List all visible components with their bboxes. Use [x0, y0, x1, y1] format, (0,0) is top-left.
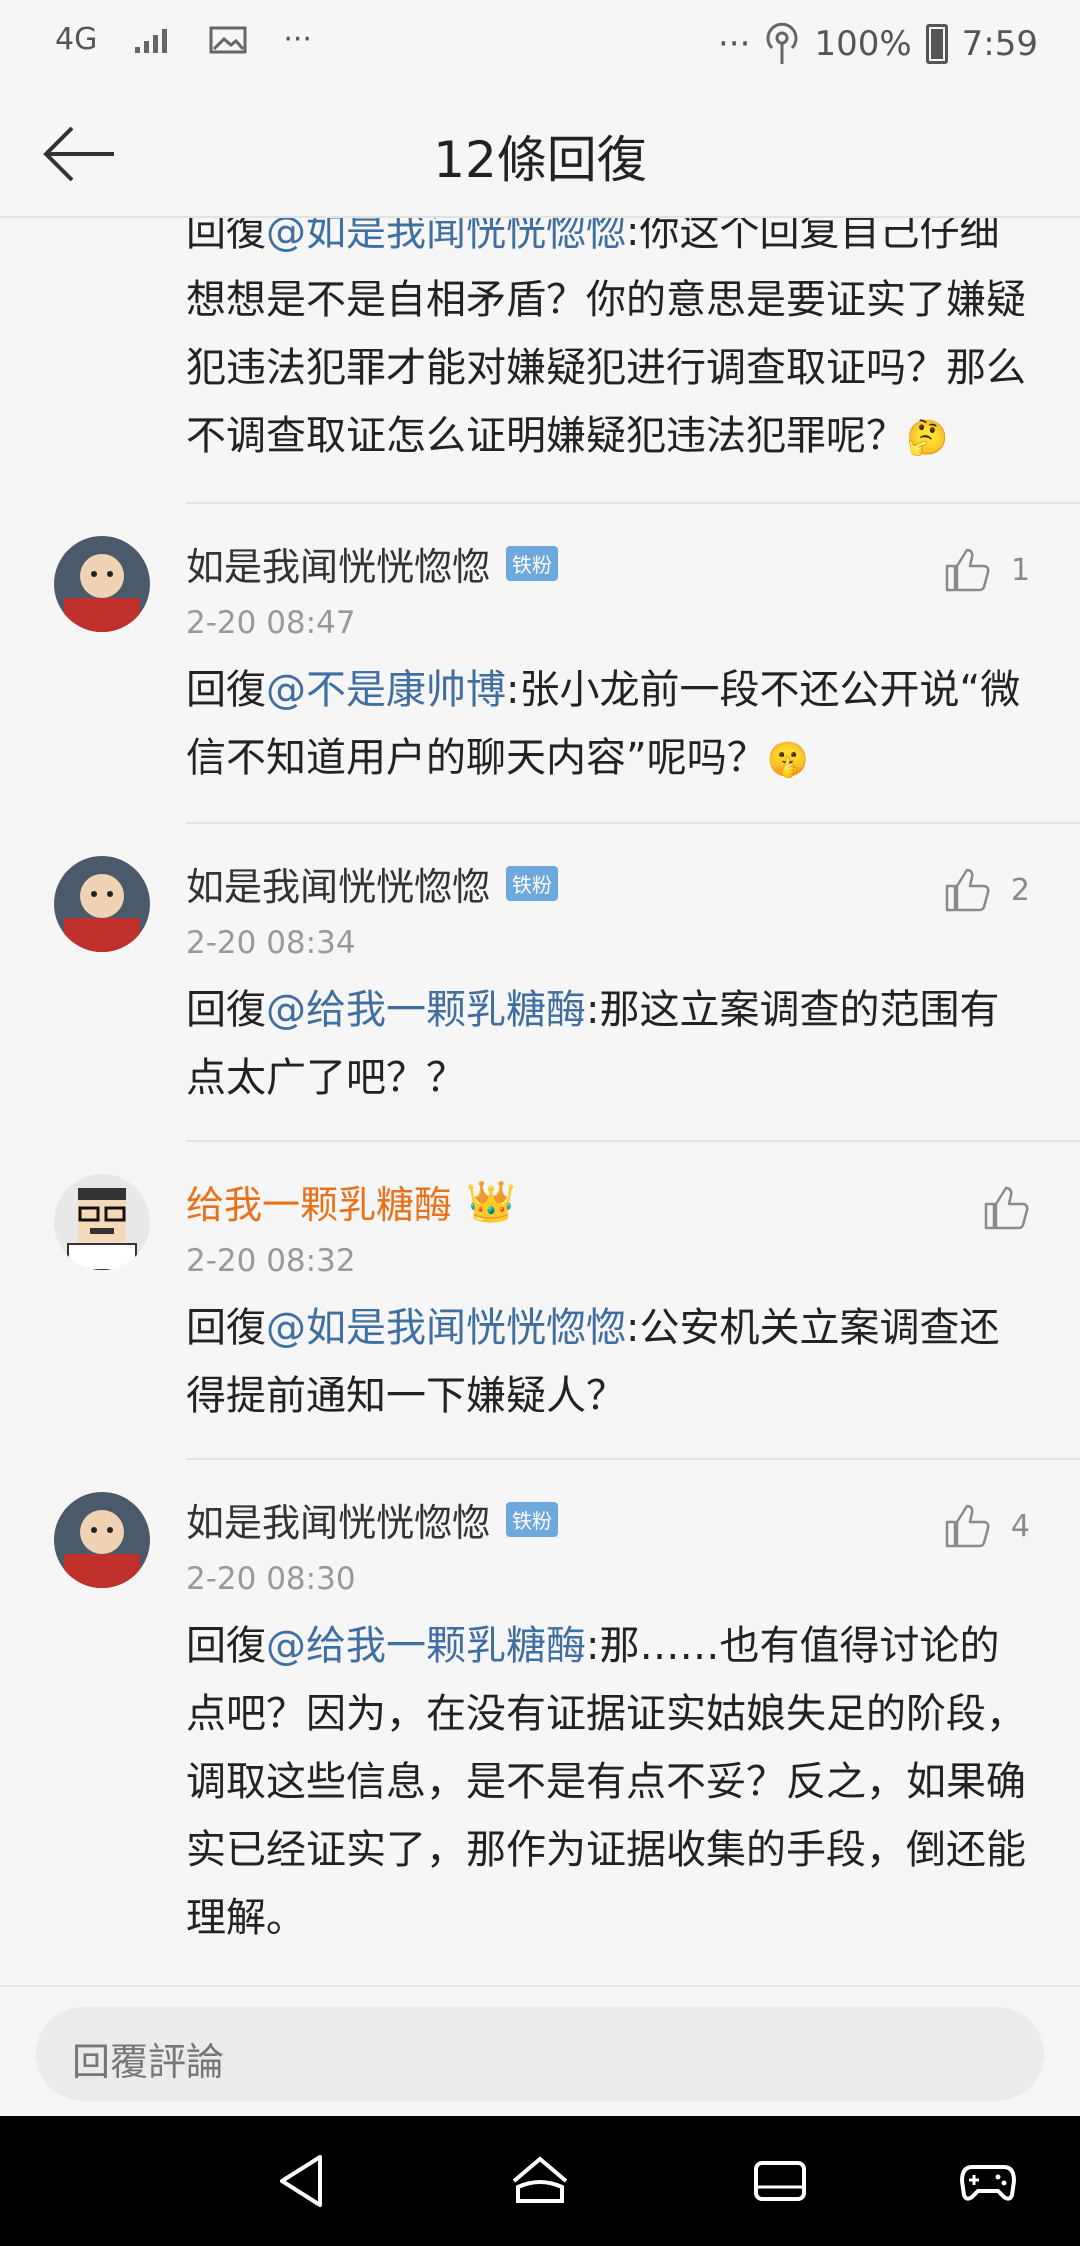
reply-input-bar: 回覆評論 [0, 1985, 1080, 2118]
reply-text: 回復@给我一颗乳糖酶:那这立案调查的范围有点太广了吧？？ [186, 987, 1000, 1101]
reply-item[interactable]: 如是我闻恍恍惚惚 铁粉 4 2-20 08:30 回復@给我一颗乳糖酶:那……也… [0, 1460, 1080, 1980]
recents-nav-icon[interactable] [750, 2151, 810, 2211]
mention-link[interactable]: @如是我闻恍恍惚惚 [266, 218, 626, 255]
thumbs-up-icon [945, 868, 990, 912]
reply-time: 2-20 08:30 [186, 1561, 356, 1597]
clock: 7:59 [961, 24, 1038, 64]
mention-link[interactable]: @不是康帅博 [266, 667, 506, 713]
home-nav-icon[interactable] [510, 2151, 570, 2211]
fan-badge: 铁粉 [506, 1501, 559, 1537]
reply-text: 回復@给我一颗乳糖酶:那……也有值得讨论的点吧？因为，在没有证据证实姑娘失足的阶… [186, 1623, 1026, 1941]
reply-text: 回復@如是我闻恍恍惚惚:公安机关立案调查还得提前通知一下嫌疑人？ [186, 1305, 1000, 1419]
user-name[interactable]: 如是我闻恍恍惚惚 [186, 856, 490, 911]
more-status: ··· [718, 24, 751, 64]
avatar[interactable] [54, 856, 150, 952]
like-count: 4 [1010, 1508, 1030, 1544]
signal-icon [135, 28, 168, 53]
thinking-emoji: 🤔 [906, 418, 949, 458]
mention-link[interactable]: @给我一颗乳糖酶 [266, 1623, 586, 1669]
like-button[interactable] [982, 1184, 1030, 1232]
like-button[interactable]: 2 [943, 866, 1030, 914]
reply-time: 2-20 08:34 [186, 925, 356, 961]
battery-icon [925, 24, 948, 64]
reply-time: 2-20 08:32 [186, 1243, 356, 1279]
thumbs-up-icon [984, 1186, 1029, 1230]
reply-time: 2-20 08:47 [186, 605, 356, 641]
like-count: 2 [1010, 872, 1030, 908]
shush-emoji: 🤫 [766, 740, 810, 780]
fan-badge: 铁粉 [506, 545, 559, 581]
user-name[interactable]: 给我一颗乳糖酶 [186, 1174, 452, 1229]
user-name[interactable]: 如是我闻恍恍惚惚 [186, 536, 490, 591]
thumbs-up-icon [945, 548, 990, 592]
avatar[interactable] [54, 536, 150, 632]
mention-link[interactable]: @给我一颗乳糖酶 [266, 987, 586, 1033]
reply-input[interactable]: 回覆評論 [36, 2007, 1044, 2101]
avatar[interactable] [54, 1492, 150, 1588]
game-controller-icon[interactable] [958, 2151, 1018, 2211]
like-button[interactable]: 4 [943, 1502, 1030, 1550]
reply-item[interactable]: 如是我闻恍恍惚惚 铁粉 1 2-20 08:47 回復@不是康帅博:张小龙前一段… [0, 504, 1080, 822]
system-nav-bar [0, 2116, 1080, 2246]
reply-item[interactable]: 给我一颗乳糖酶 👑 2-20 08:32 回復@如是我闻恍恍惚惚:公安机关立案调… [0, 1142, 1080, 1458]
more-notifications: ··· [283, 22, 312, 57]
partial-reply-text: 回復@如是我闻恍恍惚惚:你这个回复自己仔细想想是不是自相矛盾？你的意思是要证实了… [0, 218, 1080, 472]
reply-text: 回復@不是康帅博:张小龙前一段不还公开说“微信不知道用户的聊天内容”呢吗？🤫 [186, 656, 1030, 794]
reply-input-placeholder: 回覆評論 [72, 2040, 225, 2084]
gallery-icon [209, 26, 247, 53]
user-name[interactable]: 如是我闻恍恍惚惚 [186, 1492, 490, 1547]
reply-item[interactable]: 如是我闻恍恍惚惚 铁粉 2 2-20 08:34 回復@给我一颗乳糖酶:那这立案… [0, 824, 1080, 1140]
status-bar: 4G ··· ··· 100% 7:59 [0, 0, 1080, 90]
hotspot-icon [766, 22, 798, 64]
crown-icon: 👑 [466, 1178, 516, 1225]
network-indicator: 4G [55, 22, 98, 57]
mention-link[interactable]: @如是我闻恍恍惚惚 [266, 1305, 626, 1351]
fan-badge: 铁粉 [506, 865, 559, 901]
like-count: 1 [1010, 552, 1030, 588]
back-nav-icon[interactable] [272, 2151, 332, 2211]
thumbs-up-icon [945, 1504, 990, 1548]
app-header: 12條回復 [0, 90, 1080, 218]
battery-percent: 100% [814, 24, 912, 64]
avatar[interactable] [54, 1174, 150, 1270]
reply-list[interactable]: 回復@如是我闻恍恍惚惚:你这个回复自己仔细想想是不是自相矛盾？你的意思是要证实了… [0, 218, 1080, 1985]
like-button[interactable]: 1 [943, 546, 1030, 594]
page-title: 12條回復 [433, 131, 647, 189]
